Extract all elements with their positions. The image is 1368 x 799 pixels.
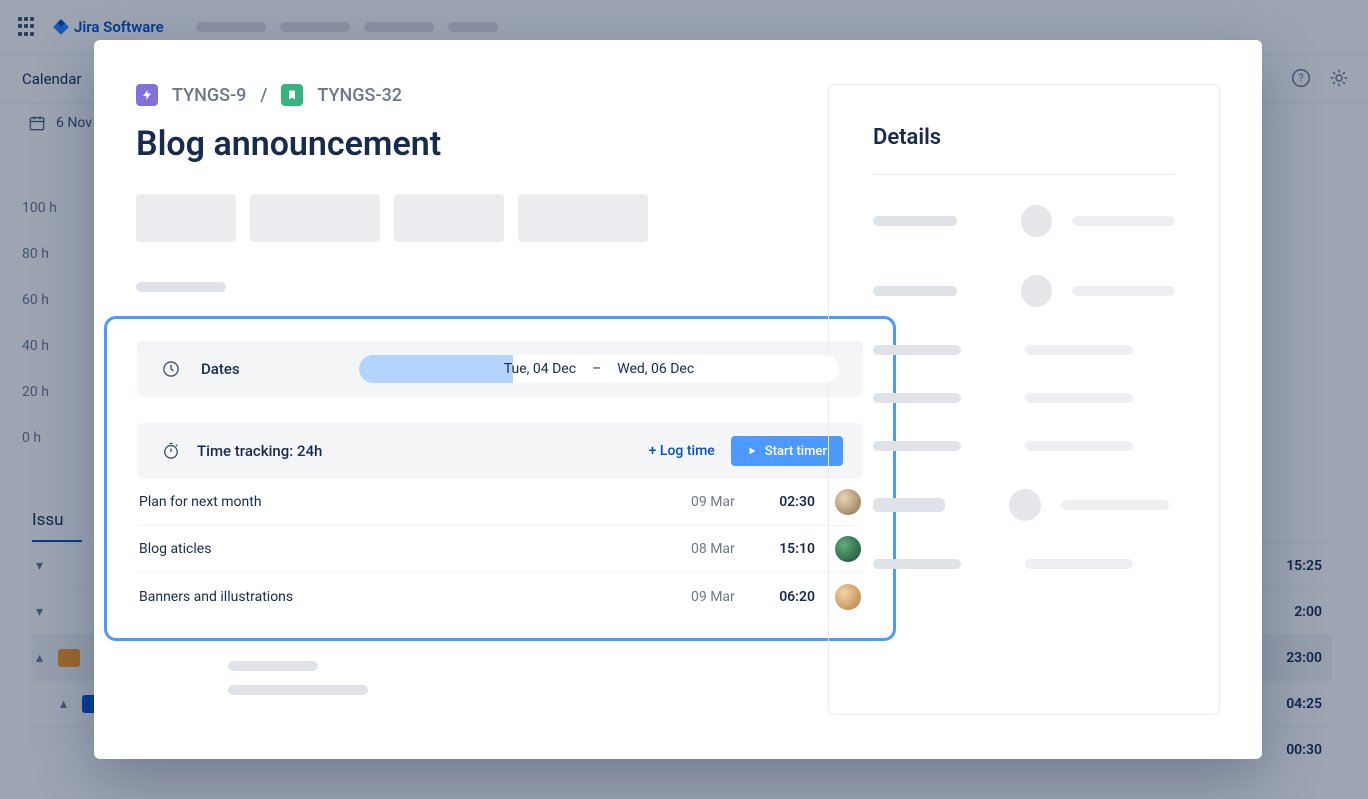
details-row xyxy=(873,559,1175,569)
time-tracking-label: Time tracking: 24h xyxy=(197,442,322,460)
details-title: Details xyxy=(873,125,1175,150)
start-timer-button[interactable]: Start timer xyxy=(731,436,843,466)
details-panel: Details xyxy=(828,84,1220,715)
issue-actions xyxy=(136,194,796,242)
issue-modal: TYNGS-9 / TYNGS-32 Blog announcement Dat… xyxy=(94,40,1262,759)
action-placeholder[interactable] xyxy=(136,194,236,242)
details-row xyxy=(873,345,1175,355)
dates-label: Dates xyxy=(201,360,240,378)
worklog-name: Plan for next month xyxy=(139,494,671,510)
issue-title[interactable]: Blog announcement xyxy=(136,124,796,164)
worklog-date: 09 Mar xyxy=(691,494,747,510)
worklog-duration: 06:20 xyxy=(767,589,815,605)
worklog-row[interactable]: Plan for next month 09 Mar 02:30 xyxy=(137,479,863,526)
breadcrumb-sep: / xyxy=(260,85,267,106)
footer-placeholder xyxy=(228,661,368,695)
clock-icon xyxy=(161,359,181,379)
action-placeholder[interactable] xyxy=(250,194,380,242)
worklog-row[interactable]: Blog aticles 08 Mar 15:10 xyxy=(137,526,863,573)
worklog-duration: 15:10 xyxy=(767,541,815,557)
play-icon xyxy=(747,446,757,456)
dates-bar: Dates Tue, 04 Dec – Wed, 06 Dec xyxy=(137,341,863,397)
worklog-name: Banners and illustrations xyxy=(139,589,671,605)
breadcrumb-parent[interactable]: TYNGS-9 xyxy=(172,85,246,106)
worklog-row[interactable]: Banners and illustrations 09 Mar 06:20 xyxy=(137,573,863,620)
divider xyxy=(873,174,1175,175)
log-time-link[interactable]: + Log time xyxy=(649,443,715,459)
action-placeholder[interactable] xyxy=(518,194,648,242)
details-row xyxy=(873,205,1175,237)
date-end: Wed, 06 Dec xyxy=(617,361,694,377)
details-row xyxy=(873,489,1175,521)
worklog-duration: 02:30 xyxy=(767,494,815,510)
details-row xyxy=(873,275,1175,307)
date-start: Tue, 04 Dec xyxy=(504,361,576,377)
field-placeholder xyxy=(136,282,226,292)
breadcrumb: TYNGS-9 / TYNGS-32 xyxy=(136,84,796,106)
stopwatch-icon xyxy=(161,441,181,461)
epic-icon[interactable] xyxy=(136,84,158,106)
details-row xyxy=(873,441,1175,451)
time-tracking-bar: Time tracking: 24h + Log time Start time… xyxy=(137,423,863,479)
worklog-name: Blog aticles xyxy=(139,541,671,557)
breadcrumb-key[interactable]: TYNGS-32 xyxy=(317,85,402,106)
action-placeholder[interactable] xyxy=(394,194,504,242)
date-range[interactable]: Tue, 04 Dec – Wed, 06 Dec xyxy=(359,355,839,383)
details-row xyxy=(873,393,1175,403)
story-icon[interactable] xyxy=(281,84,303,106)
worklog-date: 08 Mar xyxy=(691,541,747,557)
start-timer-label: Start timer xyxy=(765,444,827,459)
time-tracking-panel: Dates Tue, 04 Dec – Wed, 06 Dec Time tra… xyxy=(104,316,896,641)
worklog-date: 09 Mar xyxy=(691,589,747,605)
date-sep: – xyxy=(592,361,601,377)
